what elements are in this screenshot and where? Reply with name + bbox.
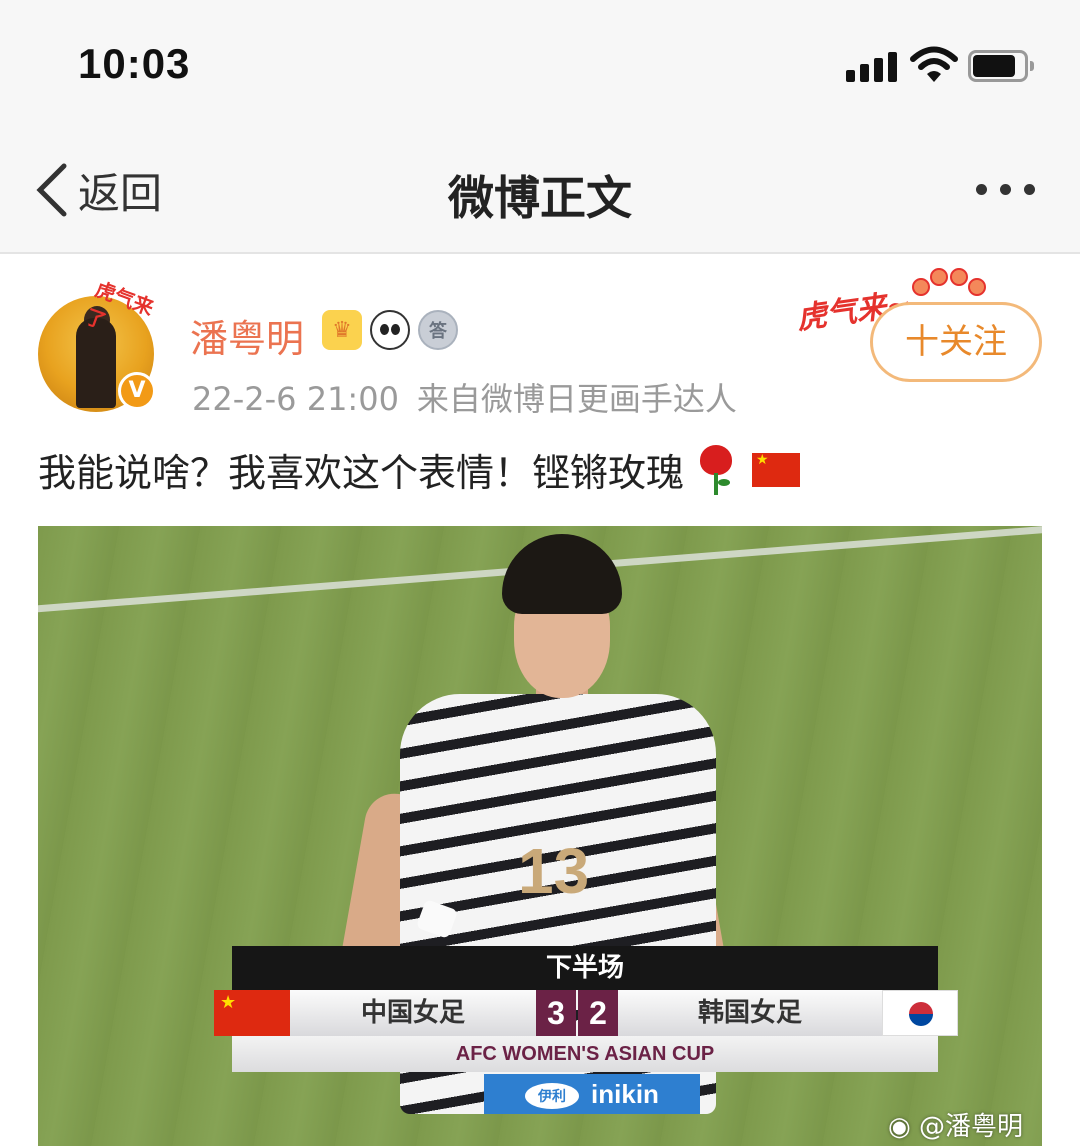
post-source[interactable]: 来自微博日更画手达人 — [417, 380, 737, 418]
post-meta: 22-2-6 21:00 来自微博日更画手达人 — [192, 374, 737, 420]
author-name[interactable]: 潘粤明 — [190, 308, 304, 363]
away-team: 韩国女足 — [618, 990, 882, 1036]
rose-icon — [694, 444, 738, 495]
korea-flag-icon — [882, 990, 958, 1036]
watermark-text: @潘粤明 — [918, 1112, 1023, 1142]
navigation-bar: 返回 微博正文 — [0, 130, 1080, 254]
battery-icon — [968, 50, 1034, 82]
scoreboard: 下半场 中国女足 3 2 韩国女足 AFC WOMEN'S ASIAN CUP — [214, 946, 958, 1072]
post-text: 我能说啥？我喜欢这个表情！铿锵玫瑰 — [38, 442, 801, 497]
user-badges: ♛ 答 — [322, 310, 458, 350]
sponsor-board: 伊利 inikin — [484, 1074, 700, 1114]
score-row: 中国女足 3 2 韩国女足 — [214, 990, 958, 1036]
crown-icon[interactable]: ♛ — [322, 310, 362, 350]
avatar-pendant: 虎气来了 — [32, 276, 157, 334]
sponsor-logo: 伊利 — [525, 1083, 580, 1110]
cellular-signal-icon — [846, 52, 898, 82]
panda-icon[interactable] — [370, 310, 410, 350]
page-title: 微博正文 — [448, 171, 632, 225]
post-time: 22-2-6 21:00 — [192, 380, 399, 418]
competition-name: AFC WOMEN'S ASIAN CUP — [232, 1036, 938, 1072]
avatar[interactable]: 虎气来了 V — [32, 272, 162, 412]
more-options-icon[interactable] — [970, 180, 1042, 200]
verified-badge-icon: V — [118, 372, 156, 410]
tiger-paw-icon — [912, 266, 986, 302]
wifi-icon — [910, 46, 958, 82]
match-period: 下半场 — [232, 946, 938, 990]
china-flag-icon — [752, 452, 801, 487]
away-score: 2 — [578, 990, 618, 1036]
medal-char: 答 — [429, 321, 447, 342]
jersey-number: 13 — [518, 835, 590, 907]
follow-button[interactable]: 十关注 — [870, 302, 1042, 382]
medal-icon[interactable]: 答 — [418, 310, 458, 350]
home-team: 中国女足 — [290, 990, 536, 1036]
image-watermark: ◉ @潘粤明 — [888, 1106, 1023, 1143]
clock: 10:03 — [78, 40, 191, 87]
sponsor-text: inikin — [591, 1079, 659, 1109]
china-flag-icon — [214, 990, 290, 1036]
weibo-logo-icon: ◉ — [888, 1112, 911, 1142]
post-image[interactable]: 13 下半场 中国女足 3 2 韩国女足 AFC WOMEN'S ASIAN C… — [38, 526, 1042, 1146]
post-text-content: 我能说啥？我喜欢这个表情！铿锵玫瑰 — [38, 451, 685, 495]
home-score: 3 — [536, 990, 576, 1036]
status-bar: 10:03 — [0, 0, 1080, 130]
